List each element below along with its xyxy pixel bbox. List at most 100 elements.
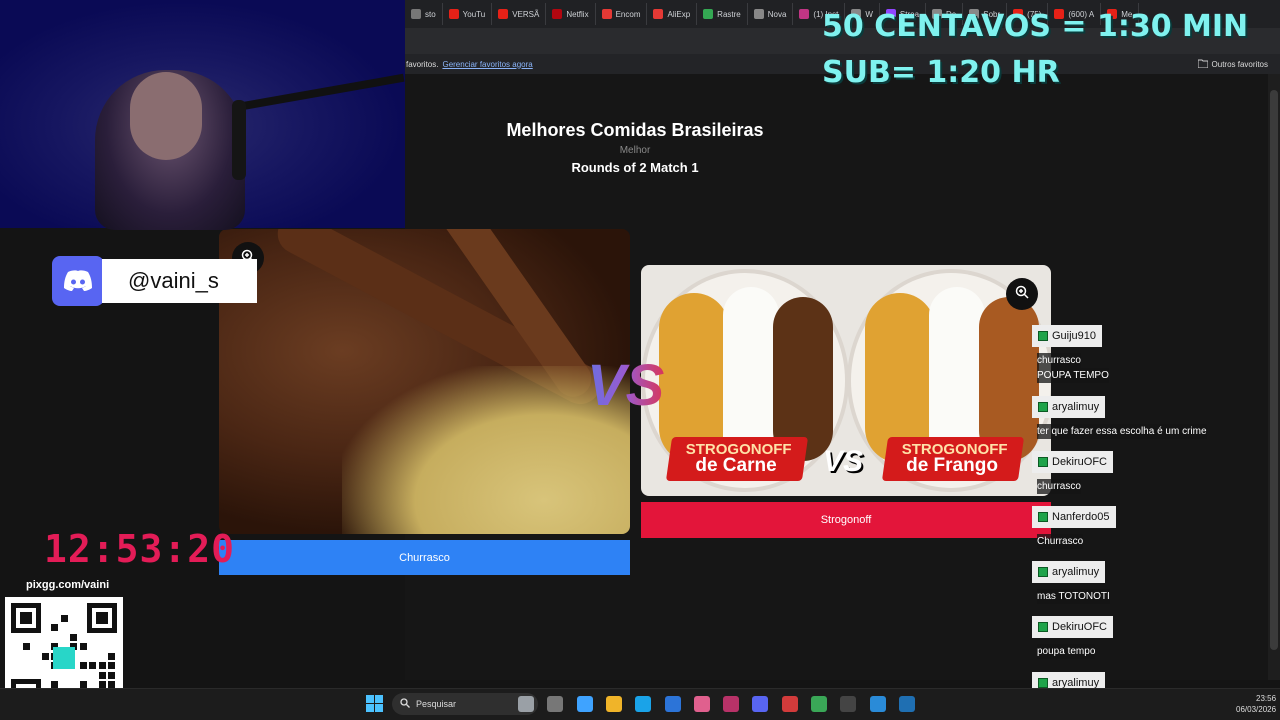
qr-module <box>79 681 87 688</box>
qr-module <box>51 681 58 688</box>
widgets-icon[interactable] <box>518 696 534 712</box>
chat-message: Churrasco <box>1037 534 1084 549</box>
zoom-right-button[interactable] <box>1006 278 1038 310</box>
tab-favicon-icon <box>448 9 459 19</box>
tab-favicon-icon <box>753 9 764 19</box>
choose-churrasco-button[interactable]: Churrasco <box>219 540 630 575</box>
chat-message: mas TOTONOTI <box>1037 589 1110 604</box>
chat-badge-icon <box>1038 402 1048 412</box>
versus-label: VS <box>587 353 665 418</box>
taskbar-search[interactable]: Pesquisar <box>392 693 538 715</box>
tab-label: Rastre <box>717 9 741 19</box>
chat-username: DekiruOFC <box>1032 451 1114 473</box>
qr-module <box>98 662 106 669</box>
banner-frango-top: STROGONOFF <box>901 441 1008 458</box>
browser-tab[interactable]: AliExp <box>647 3 698 25</box>
chat-username-text: Nanferdo05 <box>1052 511 1110 523</box>
page-title: Melhores Comidas Brasileiras <box>506 120 764 140</box>
tab-label: Nova <box>767 9 787 19</box>
churrasco-image[interactable] <box>219 229 630 534</box>
strogonoff-image[interactable]: STROGONOFF de Carne VS STROGONOFF de Fra… <box>641 265 1051 496</box>
donation-rate-line: 50 CENTAVOS = 1:30 MIN <box>822 9 1249 44</box>
choose-strogonoff-button[interactable]: Strogonoff <box>641 502 1051 538</box>
chat-message: ter que fazer essa escolha é um crime <box>1037 424 1207 439</box>
manage-favorites-link[interactable]: Gerenciar favoritos agora <box>442 60 532 69</box>
tab-favicon-icon <box>411 9 421 19</box>
tab-favicon-icon <box>703 9 714 19</box>
chat-message: churrasco <box>1037 479 1081 494</box>
qr-module <box>89 662 96 669</box>
pix-link-label: pixgg.com/vaini <box>26 579 110 591</box>
clock-time: 23:56 <box>1256 694 1277 703</box>
qr-module <box>51 624 58 631</box>
banner-carne-top: STROGONOFF <box>685 441 792 458</box>
discord-username: @vaini_s <box>102 259 257 303</box>
browser-tab[interactable]: YouTu <box>443 3 493 25</box>
qr-module <box>108 662 115 669</box>
browser-tab[interactable]: Netflix <box>546 3 596 25</box>
scrollbar-thumb[interactable] <box>1270 90 1278 650</box>
app-icon[interactable] <box>781 696 798 712</box>
banner-frango-bottom: de Frango <box>906 455 998 476</box>
chat-badge-icon <box>1038 567 1048 577</box>
round-label: Rounds of 2 Match 1 <box>571 160 699 175</box>
tab-label: sto <box>425 9 436 19</box>
edge-icon[interactable] <box>635 696 652 712</box>
copilot-icon[interactable] <box>576 696 593 712</box>
tab-label: VERSÃ <box>512 9 540 19</box>
discord-icon[interactable] <box>752 696 769 712</box>
steam-icon[interactable] <box>869 696 886 712</box>
qr-module <box>20 612 32 624</box>
browser-tab[interactable]: Rastre <box>697 3 748 25</box>
search-placeholder: Pesquisar <box>416 699 457 709</box>
qr-module <box>22 643 30 650</box>
chat-message: POUPA TEMPO <box>1037 368 1109 383</box>
tab-label: YouTu <box>462 9 486 19</box>
qr-module <box>70 633 77 641</box>
chat-badge-icon <box>1038 678 1048 688</box>
windows-start-icon[interactable] <box>366 695 383 717</box>
task-view-icon[interactable] <box>547 696 564 712</box>
webcam-feed <box>0 0 405 230</box>
chat-username: aryalimuy <box>1032 396 1106 418</box>
browser-tab[interactable]: sto <box>405 3 443 25</box>
browser-tab[interactable]: Nova <box>748 3 794 25</box>
app-icon[interactable] <box>811 696 827 712</box>
microphone-icon <box>232 100 246 180</box>
store-icon[interactable] <box>664 696 681 712</box>
qr-module <box>41 652 49 660</box>
banner-carne: STROGONOFF de Carne <box>665 437 809 481</box>
qr-module <box>108 652 115 660</box>
chat-username: aryalimuy <box>1032 561 1106 583</box>
discord-icon <box>52 256 104 306</box>
tab-label: AliExp <box>667 9 691 19</box>
chat-username: Guiju910 <box>1032 325 1103 347</box>
browser-tab[interactable]: Encom <box>596 3 648 25</box>
page-subtitle: Melhor <box>619 145 651 156</box>
system-clock[interactable]: 23:56 06/03/2026 <box>1236 693 1276 715</box>
browser-tab[interactable]: VERSÃ <box>492 3 547 25</box>
qr-module <box>79 662 87 669</box>
zoom-in-icon <box>1015 285 1029 304</box>
photos-icon[interactable] <box>693 696 710 712</box>
search-icon <box>400 698 410 710</box>
chat-username-text: aryalimuy <box>1052 401 1100 413</box>
chat-message: poupa tempo <box>1037 644 1096 659</box>
qr-module <box>79 643 87 650</box>
app-icon[interactable] <box>898 696 915 712</box>
tab-favicon-icon <box>799 9 810 19</box>
qr-module <box>60 614 68 622</box>
file-explorer-icon[interactable] <box>605 696 622 712</box>
qr-module <box>96 612 108 624</box>
app-icon[interactable] <box>723 696 740 712</box>
donation-rates: 50 CENTAVOS = 1:30 MIN SUB= 1:20 HR <box>822 4 1248 96</box>
tab-favicon-icon <box>552 9 563 19</box>
subathon-timer: 12:53:20 <box>44 527 236 571</box>
qr-module <box>108 671 115 679</box>
discord-handle-badge: @vaini_s <box>52 256 257 306</box>
chat-username-text: aryalimuy <box>1052 566 1100 578</box>
chat-message: churrasco <box>1037 353 1081 368</box>
sub-rate-line: SUB= 1:20 HR <box>822 55 1060 90</box>
epic-games-icon[interactable] <box>840 696 857 712</box>
banner-frango: STROGONOFF de Frango <box>881 437 1025 481</box>
